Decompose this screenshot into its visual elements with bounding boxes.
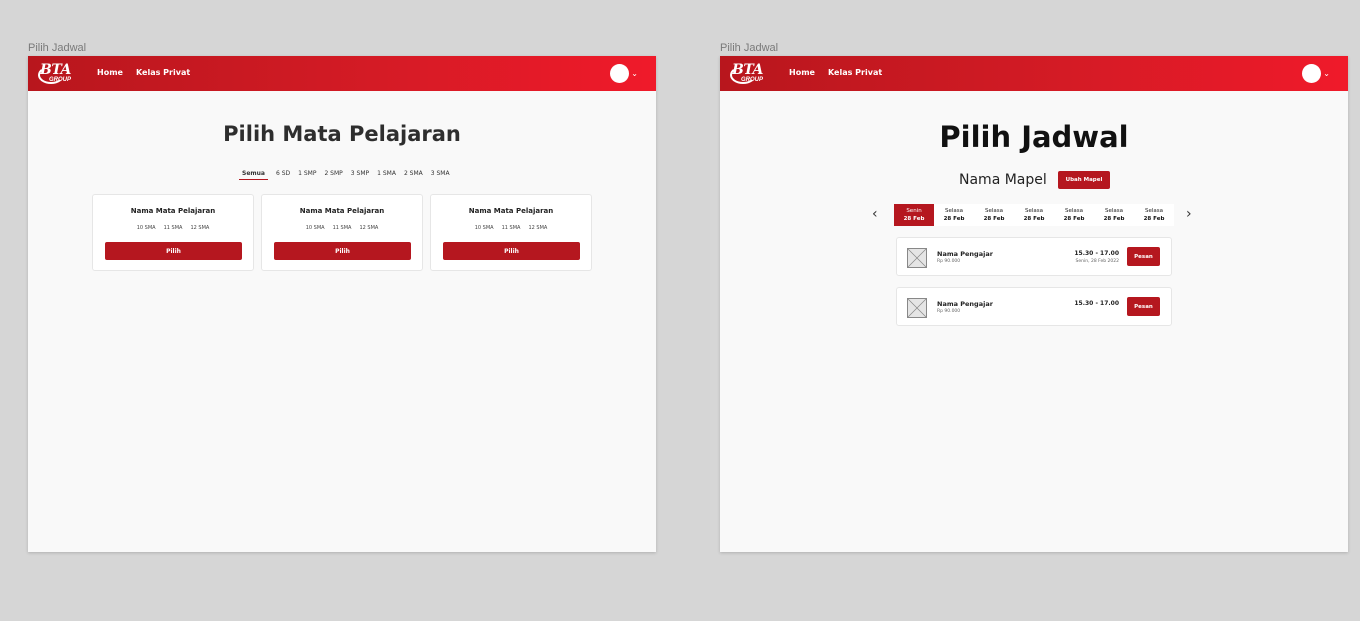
- tab-2-smp[interactable]: 2 SMP: [324, 170, 342, 180]
- day-date: 28 Feb: [1143, 216, 1165, 222]
- tab-6-sd[interactable]: 6 SD: [276, 170, 290, 180]
- tab-3-sma[interactable]: 3 SMA: [431, 170, 450, 180]
- teacher-name: Nama Pengajar: [937, 250, 993, 258]
- schedule-card: Nama Pengajar Rp 90.000 15.30 - 17.00 Pe…: [896, 287, 1172, 326]
- day-option[interactable]: Senin 28 Feb: [894, 204, 934, 226]
- pilih-button[interactable]: Pilih: [443, 242, 580, 260]
- chevron-left-icon[interactable]: ‹: [872, 206, 878, 222]
- day-selector: Senin 28 Feb Selasa 28 Feb Selasa 28 Feb…: [894, 204, 1174, 226]
- subject-name: Nama Mata Pelajaran: [130, 207, 216, 215]
- tab-semua[interactable]: Semua: [239, 170, 268, 180]
- logo-subtext: GROUP: [741, 77, 764, 83]
- mapel-name: Nama Mapel: [959, 172, 1047, 188]
- grade-filter-tabs: Semua 6 SD 1 SMP 2 SMP 3 SMP 1 SMA 2 SMA…: [239, 170, 450, 180]
- nav-kelas-privat-link[interactable]: Kelas Privat: [136, 68, 190, 77]
- bta-logo[interactable]: BTA GROUP: [730, 62, 766, 86]
- day-option[interactable]: Selasa 28 Feb: [1134, 204, 1174, 226]
- nav-home-link[interactable]: Home: [97, 68, 123, 77]
- bta-logo[interactable]: BTA GROUP: [38, 62, 74, 86]
- grade-label: 12 SMA: [190, 225, 210, 231]
- pilih-button[interactable]: Pilih: [105, 242, 242, 260]
- logo-subtext: GROUP: [49, 77, 72, 83]
- schedule-date: Senin, 28 Feb 2022: [1075, 259, 1119, 264]
- day-date: 28 Feb: [1063, 216, 1085, 222]
- schedule-time: 15.30 - 17.00: [1074, 300, 1119, 307]
- grade-label: 11 SMA: [501, 225, 521, 231]
- price: Rp 90.000: [937, 259, 961, 264]
- subject-card: Nama Mata Pelajaran 10 SMA 11 SMA 12 SMA…: [261, 194, 423, 271]
- grade-label: 10 SMA: [305, 225, 325, 231]
- tab-1-smp[interactable]: 1 SMP: [298, 170, 316, 180]
- ubah-mapel-button[interactable]: Ubah Mapel: [1058, 171, 1110, 189]
- subject-grades: 10 SMA 11 SMA 12 SMA: [262, 225, 422, 231]
- day-name: Selasa: [1064, 208, 1083, 214]
- day-option[interactable]: Selasa 28 Feb: [1014, 204, 1054, 226]
- day-name: Selasa: [1024, 208, 1043, 214]
- schedule-time: 15.30 - 17.00: [1074, 250, 1119, 257]
- grade-label: 12 SMA: [528, 225, 548, 231]
- day-option[interactable]: Selasa 28 Feb: [1054, 204, 1094, 226]
- frame-label-jadwal: Pilih Jadwal: [720, 42, 779, 54]
- chevron-down-icon[interactable]: ⌄: [631, 69, 638, 78]
- price: Rp 90.000: [937, 309, 961, 314]
- day-name: Senin: [906, 208, 922, 214]
- grade-label: 12 SMA: [359, 225, 379, 231]
- tab-1-sma[interactable]: 1 SMA: [377, 170, 396, 180]
- logo-text: BTA: [40, 62, 71, 78]
- pesan-button[interactable]: Pesan: [1127, 247, 1160, 266]
- teacher-name: Nama Pengajar: [937, 300, 993, 308]
- tab-2-sma[interactable]: 2 SMA: [404, 170, 423, 180]
- subject-name: Nama Mata Pelajaran: [299, 207, 385, 215]
- day-date: 28 Feb: [1023, 216, 1045, 222]
- avatar[interactable]: [1302, 64, 1321, 83]
- page-title: Pilih Mata Pelajaran: [223, 122, 461, 146]
- grade-label: 11 SMA: [163, 225, 183, 231]
- subject-name: Nama Mata Pelajaran: [468, 207, 554, 215]
- day-option[interactable]: Selasa 28 Feb: [1094, 204, 1134, 226]
- pesan-button[interactable]: Pesan: [1127, 297, 1160, 316]
- page-title: Pilih Jadwal: [939, 120, 1129, 154]
- navbar: BTA GROUP Home Kelas Privat ⌄: [28, 56, 656, 91]
- subject-card: Nama Mata Pelajaran 10 SMA 11 SMA 12 SMA…: [92, 194, 254, 271]
- schedule-card: Nama Pengajar Rp 90.000 15.30 - 17.00 Se…: [896, 237, 1172, 276]
- day-name: Selasa: [1144, 208, 1163, 214]
- frame-label-mapel: Pilih Jadwal: [28, 42, 87, 54]
- day-name: Selasa: [984, 208, 1003, 214]
- day-option[interactable]: Selasa 28 Feb: [934, 204, 974, 226]
- chevron-down-icon[interactable]: ⌄: [1323, 69, 1330, 78]
- subject-grades: 10 SMA 11 SMA 12 SMA: [93, 225, 253, 231]
- grade-label: 11 SMA: [332, 225, 352, 231]
- tab-3-smp[interactable]: 3 SMP: [351, 170, 369, 180]
- subject-grades: 10 SMA 11 SMA 12 SMA: [431, 225, 591, 231]
- nav-kelas-privat-link[interactable]: Kelas Privat: [828, 68, 882, 77]
- day-date: 28 Feb: [943, 216, 965, 222]
- grade-label: 10 SMA: [136, 225, 156, 231]
- day-name: Selasa: [944, 208, 963, 214]
- grade-label: 10 SMA: [474, 225, 494, 231]
- avatar[interactable]: [610, 64, 629, 83]
- day-date: 28 Feb: [1103, 216, 1125, 222]
- day-option[interactable]: Selasa 28 Feb: [974, 204, 1014, 226]
- subject-card: Nama Mata Pelajaran 10 SMA 11 SMA 12 SMA…: [430, 194, 592, 271]
- day-date: 28 Feb: [983, 216, 1005, 222]
- day-date: 28 Feb: [903, 216, 925, 222]
- image-placeholder-icon: [907, 248, 927, 268]
- nav-home-link[interactable]: Home: [789, 68, 815, 77]
- logo-text: BTA: [732, 62, 763, 78]
- day-name: Selasa: [1104, 208, 1123, 214]
- image-placeholder-icon: [907, 298, 927, 318]
- mapel-page-frame: BTA GROUP Home Kelas Privat ⌄ Pilih Mata…: [28, 56, 656, 552]
- pilih-button[interactable]: Pilih: [274, 242, 411, 260]
- navbar: BTA GROUP Home Kelas Privat ⌄: [720, 56, 1348, 91]
- jadwal-page-frame: BTA GROUP Home Kelas Privat ⌄ Pilih Jadw…: [720, 56, 1348, 552]
- chevron-right-icon[interactable]: ›: [1186, 206, 1192, 222]
